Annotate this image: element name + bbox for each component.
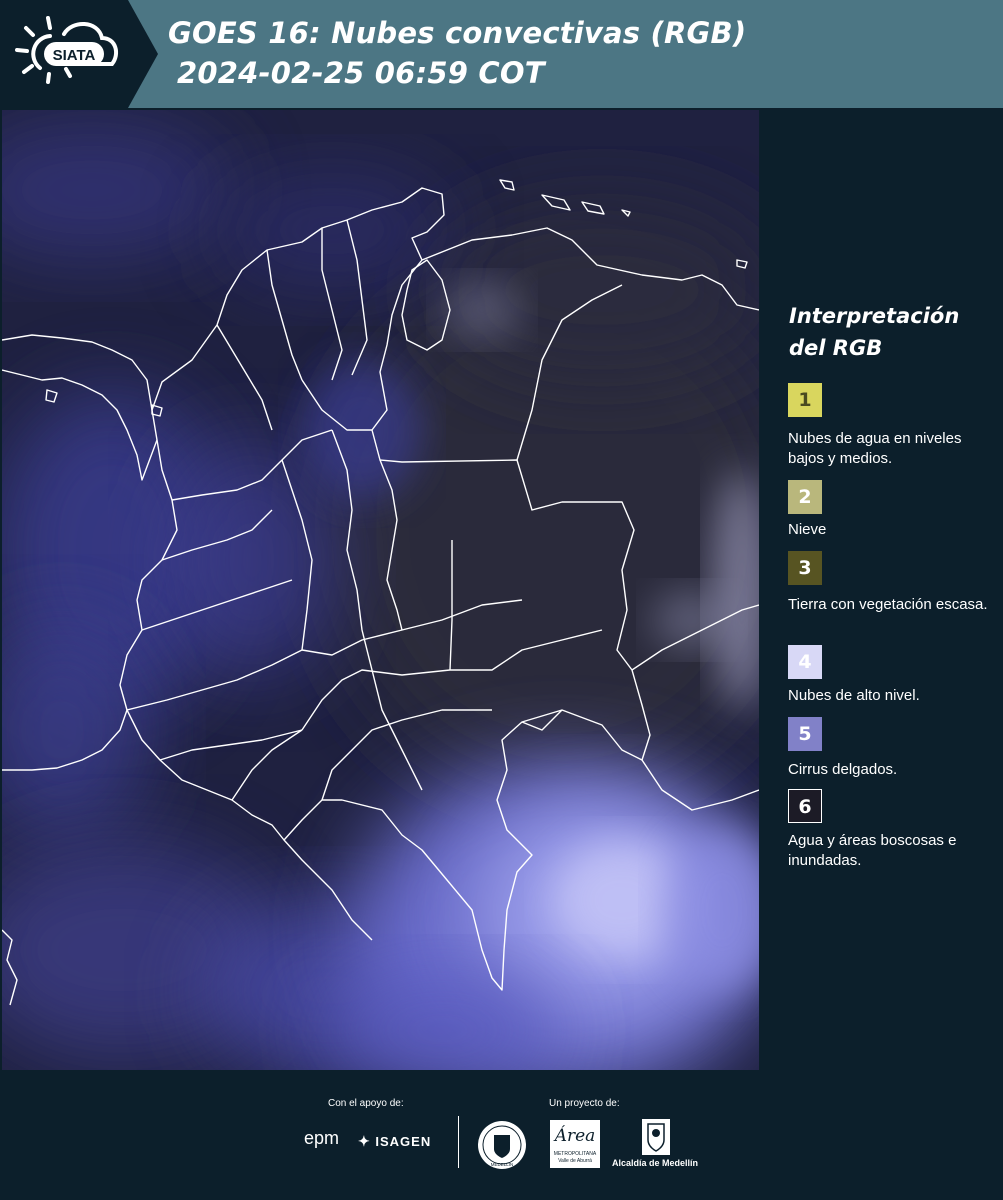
legend-swatch-4: 4	[788, 645, 822, 679]
footer: Con el apoyo de: Un proyecto de: epm ✦ I…	[0, 1070, 1003, 1200]
legend-swatch-5: 5	[788, 717, 822, 751]
area-subtitle-2: Valle de Aburrá	[558, 1158, 592, 1164]
epm-text: epm	[304, 1128, 340, 1148]
title-timestamp: 2024-02-25 06:59 COT	[177, 56, 545, 90]
legend-label-2: Nieve	[788, 521, 827, 538]
title-product: GOES 16: Nubes convectivas (RGB)	[168, 16, 747, 50]
medellin-seal-icon[interactable]: MEDELLÍN	[476, 1119, 528, 1171]
isagen-logo[interactable]: ✦ ISAGEN	[358, 1133, 431, 1150]
area-subtitle: METROPOLITANA	[553, 1151, 597, 1157]
isagen-star-icon: ✦	[358, 1133, 371, 1149]
legend-swatch-2: 2	[788, 480, 822, 514]
legend-title: Interpretación del RGB	[789, 304, 960, 360]
legend-label-3: Tierra con vegetación escasa.	[788, 596, 988, 613]
seal-text: MEDELLÍN	[491, 1161, 514, 1167]
legend-label-1: Nubes de agua en niveles bajos y medios.	[788, 430, 962, 467]
header-bar: SIATA GOES 16: Nubes convectivas (RGB) 2…	[0, 0, 1003, 108]
footer-divider	[458, 1116, 459, 1168]
area-metropolitana-logo[interactable]: Área METROPOLITANA Valle de Aburrá	[550, 1120, 600, 1168]
epm-logo[interactable]: epm	[304, 1128, 339, 1149]
legend-label-6: Agua y áreas boscosas e inundadas.	[788, 832, 957, 869]
logo-text: SIATA	[53, 47, 96, 64]
alcaldia-label[interactable]: Alcaldía de Medellín	[612, 1158, 698, 1168]
satellite-map[interactable]	[2, 110, 759, 1070]
legend-label-4: Nubes de alto nivel.	[788, 687, 920, 704]
alcaldia-shield-icon	[642, 1119, 670, 1155]
legend-swatch-3: 3	[788, 551, 822, 585]
legend-swatch-6: 6	[788, 789, 822, 823]
area-text: Área	[554, 1126, 596, 1146]
siata-logo[interactable]: SIATA	[0, 0, 158, 108]
support-label: Con el apoyo de:	[328, 1098, 404, 1109]
project-label: Un proyecto de:	[549, 1098, 620, 1109]
legend-swatch-1: 1	[788, 383, 822, 417]
isagen-text: ISAGEN	[375, 1134, 432, 1149]
rgb-legend: Interpretación del RGB 1 Nubes de agua en…	[760, 110, 1003, 1070]
legend-label-5: Cirrus delgados.	[788, 761, 898, 778]
map-canvas	[2, 110, 759, 1070]
sun-cloud-icon: SIATA	[15, 16, 119, 84]
